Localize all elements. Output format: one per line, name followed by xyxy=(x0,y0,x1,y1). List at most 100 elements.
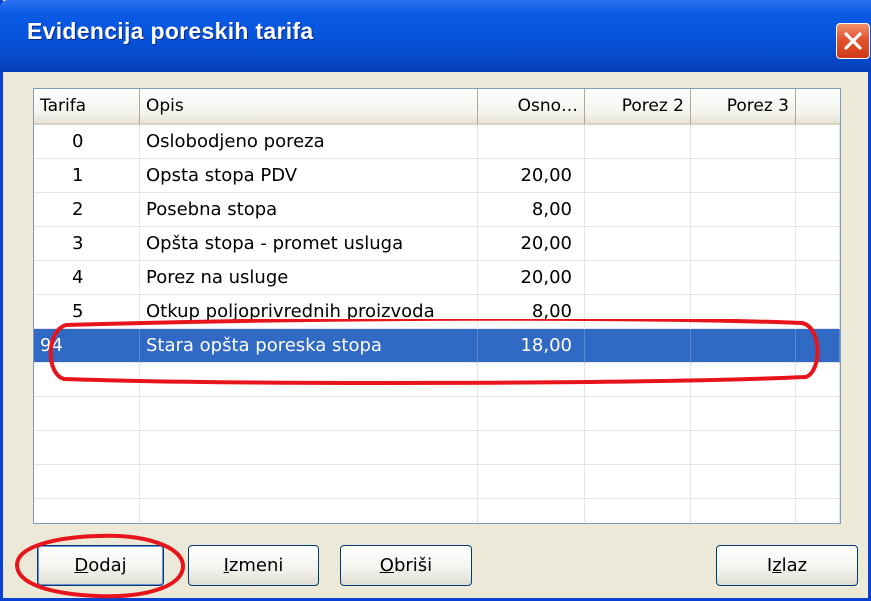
cell-porez2 xyxy=(585,465,691,499)
table-row[interactable]: 1 Opsta stopa PDV 20,00 xyxy=(34,159,840,193)
cell-porez3 xyxy=(691,363,796,397)
column-header-tarifa[interactable]: Tarifa xyxy=(34,89,140,125)
delete-button-accesskey: O xyxy=(379,555,394,576)
cell-filler xyxy=(796,159,840,193)
title-bar[interactable]: Evidencija poreskih tarifa xyxy=(0,0,871,72)
add-button-accesskey: D xyxy=(74,555,89,576)
cell-porez3 xyxy=(691,465,796,499)
column-header-osnovna[interactable]: Osno… xyxy=(478,89,585,125)
table-row[interactable]: 5 Otkup poljoprivrednih proizvoda 8,00 xyxy=(34,295,840,329)
cell-porez2 xyxy=(585,227,691,261)
cell-filler xyxy=(796,193,840,227)
cell-porez2 xyxy=(585,431,691,465)
table-row[interactable]: 3 Opšta stopa - promet usluga 20,00 xyxy=(34,227,840,261)
exit-button-accesskey: z xyxy=(772,555,782,576)
cell-osnovna: 20,00 xyxy=(478,159,585,193)
cell-porez3 xyxy=(691,193,796,227)
column-header-opis[interactable]: Opis xyxy=(140,89,478,125)
cell-osnovna: 8,00 xyxy=(478,193,585,227)
cell-filler xyxy=(796,295,840,329)
window-title: Evidencija poreskih tarifa xyxy=(27,18,314,44)
close-icon xyxy=(844,32,862,50)
cell-filler xyxy=(796,329,840,363)
cell-porez2 xyxy=(585,363,691,397)
cell-osnovna xyxy=(478,431,585,465)
cell-porez2 xyxy=(585,159,691,193)
cell-filler xyxy=(796,431,840,465)
cell-tarifa xyxy=(34,465,140,499)
cell-opis xyxy=(140,499,478,523)
table-row[interactable] xyxy=(34,363,840,397)
cell-porez3 xyxy=(691,431,796,465)
cell-opis xyxy=(140,397,478,431)
cell-opis: Opsta stopa PDV xyxy=(140,159,478,193)
cell-osnovna: 8,00 xyxy=(478,295,585,329)
table-row[interactable]: 0 Oslobodjeno poreza xyxy=(34,125,840,159)
add-button[interactable]: Dodaj xyxy=(37,545,164,586)
table-row[interactable]: 4 Porez na usluge 20,00 xyxy=(34,261,840,295)
cell-tarifa xyxy=(34,363,140,397)
cell-filler xyxy=(796,499,840,523)
cell-opis xyxy=(140,431,478,465)
cell-porez3 xyxy=(691,397,796,431)
cell-filler xyxy=(796,125,840,159)
cell-filler xyxy=(796,227,840,261)
cell-porez3 xyxy=(691,261,796,295)
cell-tarifa: 2 xyxy=(34,193,140,227)
cell-osnovna xyxy=(478,363,585,397)
delete-button-label: briši xyxy=(393,555,433,576)
exit-button[interactable]: Izlaz xyxy=(716,545,858,586)
cell-porez2 xyxy=(585,397,691,431)
cell-porez2 xyxy=(585,125,691,159)
cell-porez3 xyxy=(691,125,796,159)
cell-opis: Opšta stopa - promet usluga xyxy=(140,227,478,261)
cell-porez2 xyxy=(585,295,691,329)
cell-filler xyxy=(796,261,840,295)
cell-filler xyxy=(796,465,840,499)
cell-osnovna xyxy=(478,465,585,499)
cell-opis xyxy=(140,465,478,499)
cell-tarifa xyxy=(34,397,140,431)
cell-filler xyxy=(796,397,840,431)
cell-porez2 xyxy=(585,499,691,523)
edit-button[interactable]: Izmeni xyxy=(188,545,319,586)
cell-porez2 xyxy=(585,261,691,295)
table-row[interactable] xyxy=(34,465,840,499)
cell-opis: Porez na usluge xyxy=(140,261,478,295)
cell-porez2 xyxy=(585,329,691,363)
cell-tarifa: 5 xyxy=(34,295,140,329)
cell-tarifa xyxy=(34,431,140,465)
cell-porez3 xyxy=(691,295,796,329)
edit-button-label: zmeni xyxy=(228,555,284,576)
cell-porez3 xyxy=(691,227,796,261)
add-button-label: odaj xyxy=(88,555,127,576)
delete-button[interactable]: Obriši xyxy=(340,545,472,586)
cell-porez2 xyxy=(585,193,691,227)
cell-osnovna xyxy=(478,397,585,431)
cell-osnovna: 20,00 xyxy=(478,227,585,261)
cell-opis: Stara opšta poreska stopa xyxy=(140,329,478,363)
cell-tarifa: 94 xyxy=(34,329,140,363)
table-row[interactable] xyxy=(34,499,840,523)
cell-osnovna xyxy=(478,125,585,159)
cell-tarifa: 1 xyxy=(34,159,140,193)
column-header-porez3[interactable]: Porez 3 xyxy=(691,89,796,125)
cell-tarifa xyxy=(34,499,140,523)
cell-osnovna: 20,00 xyxy=(478,261,585,295)
exit-button-label: laz xyxy=(781,555,808,576)
table-row[interactable]: 94 Stara opšta poreska stopa 18,00 xyxy=(34,329,840,363)
cell-porez3 xyxy=(691,329,796,363)
cell-tarifa: 4 xyxy=(34,261,140,295)
cell-opis: Posebna stopa xyxy=(140,193,478,227)
cell-porez3 xyxy=(691,499,796,523)
cell-osnovna: 18,00 xyxy=(478,329,585,363)
table-row[interactable]: 2 Posebna stopa 8,00 xyxy=(34,193,840,227)
table-row[interactable] xyxy=(34,397,840,431)
cell-tarifa: 3 xyxy=(34,227,140,261)
close-button[interactable] xyxy=(836,23,870,59)
cell-opis: Otkup poljoprivrednih proizvoda xyxy=(140,295,478,329)
table-row[interactable] xyxy=(34,431,840,465)
tariff-grid[interactable]: Tarifa Opis Osno… Porez 2 Porez 3 0 Oslob… xyxy=(33,88,841,524)
cell-opis xyxy=(140,363,478,397)
column-header-porez2[interactable]: Porez 2 xyxy=(585,89,691,125)
